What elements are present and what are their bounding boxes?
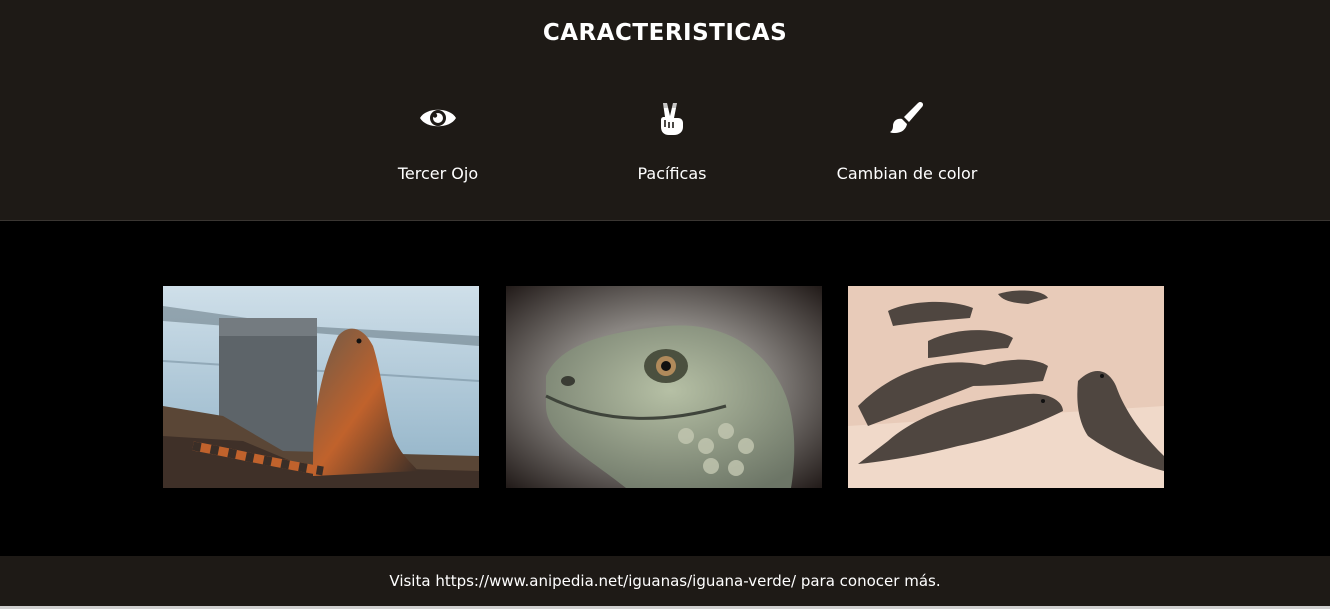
iguana-on-rocks-photo [163,286,479,488]
footer: Visita https://www.anipedia.net/iguanas/… [0,556,1330,606]
feature-label: Tercer Ojo [397,164,479,183]
feature-third-eye: Tercer Ojo [328,98,548,183]
photo-gallery [0,221,1330,556]
feature-label: Cambian de color [836,164,978,183]
iguana-head-closeup-photo [506,286,822,488]
iguanas-on-sand-photo [848,286,1164,488]
eye-icon [328,98,548,138]
features-section: CARACTERISTICAS Tercer Ojo Pacíficas Cam… [0,0,1330,221]
peace-hand-icon [562,98,782,138]
paint-brush-icon [797,98,1017,138]
section-title: CARACTERISTICAS [542,20,788,46]
footer-text: Visita https://www.anipedia.net/iguanas/… [389,572,941,590]
feature-label: Pacíficas [637,164,707,183]
feature-peaceful: Pacíficas [562,98,782,183]
feature-color-change: Cambian de color [797,98,1017,183]
